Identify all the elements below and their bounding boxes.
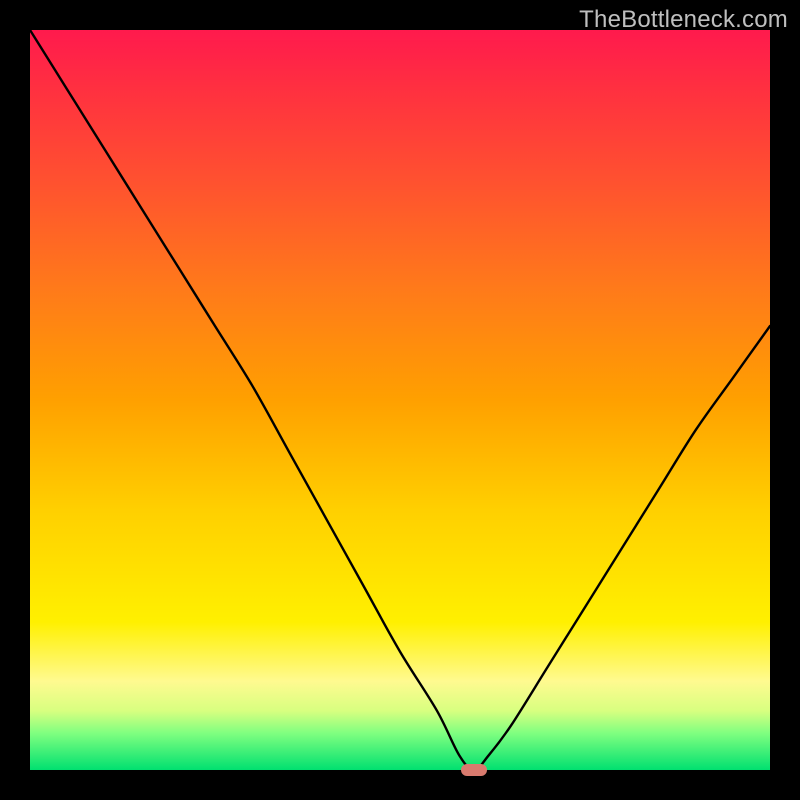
optimum-marker (461, 764, 487, 776)
plot-area (30, 30, 770, 770)
watermark-label: TheBottleneck.com (579, 6, 788, 34)
chart-container: TheBottleneck.com (0, 0, 800, 800)
bottleneck-curve (30, 30, 770, 770)
